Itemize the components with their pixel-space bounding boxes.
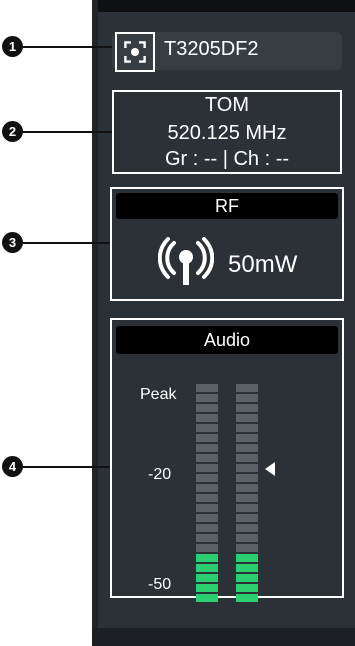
frequency-value: 520.125 MHz [167,122,287,144]
callout-4-line [22,466,110,468]
callout-3-line [22,242,110,244]
meter-segment [196,594,218,602]
antenna-icon [158,237,214,285]
meter-segment [196,544,218,552]
meter-segment [236,494,258,502]
callout-2-line [22,131,112,133]
meter-segment [196,584,218,592]
meter-segment [236,584,258,592]
meter-segment [236,414,258,422]
meter-segment [196,524,218,532]
meter-segment [196,534,218,542]
scale-low: -50 [148,576,172,593]
meter-segment [196,504,218,512]
rf-power: 50mW [228,251,298,278]
meter-segment [196,384,218,392]
channel-label: TOM [204,94,250,116]
meter-segment [196,464,218,472]
meter-segment [236,434,258,442]
meter-segment [196,514,218,522]
identify-icon [124,41,146,63]
bottom-strip [92,628,355,646]
meter-segment [196,474,218,482]
meter-segment [196,444,218,452]
meter-segment [196,424,218,432]
meter-segment [196,404,218,412]
meter-segment [196,434,218,442]
meter-segment [196,564,218,572]
callout-3: 3 [2,232,23,253]
meter-segment [236,474,258,482]
audio-title: Audio [116,326,338,354]
meter-segment [236,514,258,522]
scale-mid: -20 [148,466,172,483]
panel-edge [92,0,98,646]
meter-segment [236,544,258,552]
frequency-box[interactable]: TOM 520.125 MHz Gr : -- | Ch : -- [112,90,342,174]
meter-segment [196,394,218,402]
meter-segment [236,574,258,582]
rf-title: RF [116,193,338,219]
audio-box: Audio Peak -20 -50 [110,318,344,602]
meter-segment [236,594,258,602]
top-strip [98,0,355,12]
audio-meter-left [196,384,218,604]
meter-segment [236,524,258,532]
meter-segment [236,394,258,402]
callout-2: 2 [2,121,23,142]
meter-segment [236,484,258,492]
scale-peak: Peak [140,386,177,403]
meter-segment [236,404,258,412]
meter-segment [196,554,218,562]
identify-button[interactable] [115,32,155,72]
audio-meter-right [236,384,258,604]
meter-segment [196,484,218,492]
meter-segment [196,454,218,462]
meter-segment [196,494,218,502]
meter-segment [236,554,258,562]
meter-segment [196,574,218,582]
meter-segment [236,384,258,392]
callout-1-line [22,46,117,48]
meter-segment [236,454,258,462]
group-channel: Gr : -- | Ch : -- [164,148,290,170]
meter-segment [196,414,218,422]
meter-segment [236,444,258,452]
meter-segment [236,424,258,432]
meter-segment [236,464,258,472]
rf-box: RF 50mW [110,187,344,301]
callout-1: 1 [2,36,23,57]
callout-4: 4 [2,456,23,477]
meter-segment [236,564,258,572]
meter-segment [236,504,258,512]
channel-name[interactable]: T3205DF2 [164,38,259,61]
meter-segment [236,534,258,542]
level-marker[interactable] [265,462,275,476]
